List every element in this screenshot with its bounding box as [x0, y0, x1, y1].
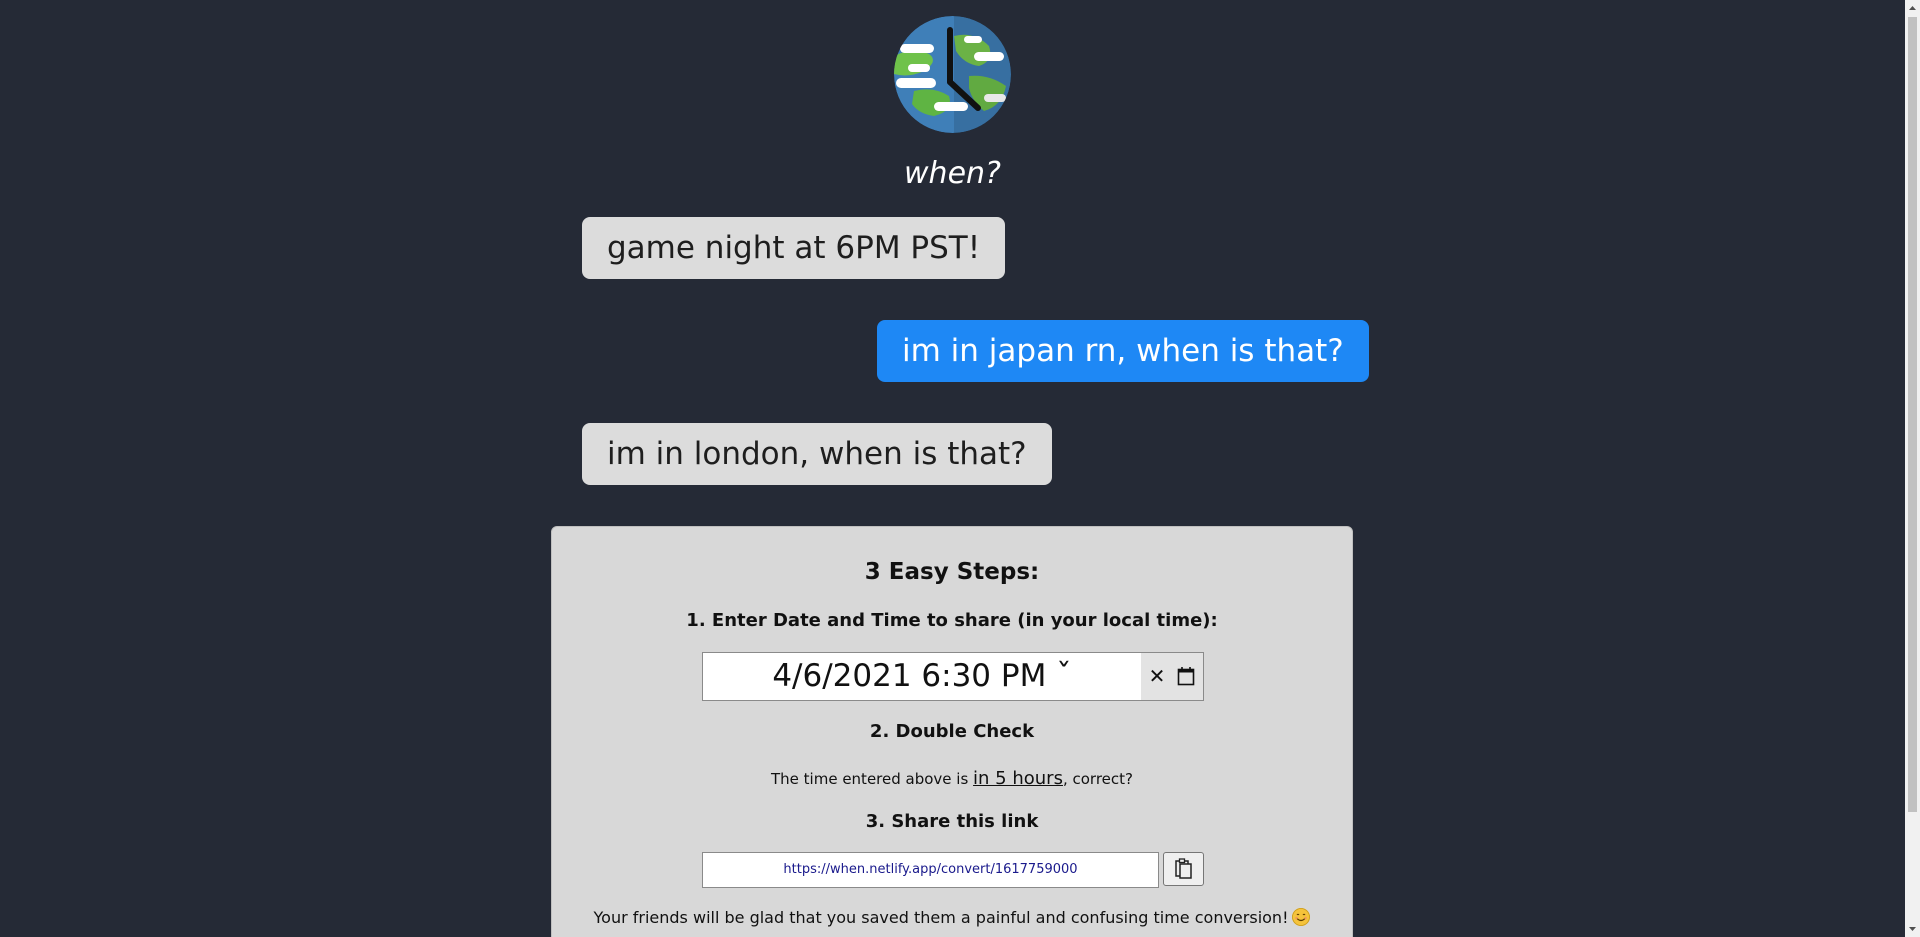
- chat-bubble-london: im in london, when is that?: [582, 423, 1052, 485]
- steps-heading: 3 Easy Steps:: [864, 559, 1040, 585]
- calendar-icon[interactable]: [1177, 666, 1195, 686]
- share-link-field[interactable]: https://when.netlify.app/convert/1617759…: [702, 852, 1159, 888]
- copy-link-button[interactable]: [1163, 852, 1204, 886]
- relative-time[interactable]: in 5 hours: [973, 768, 1063, 789]
- footer-message: Your friends will be glad that you saved…: [552, 908, 1352, 927]
- step3-label: 3. Share this link: [865, 811, 1039, 832]
- app-root: when? game night at 6PM PST! im in japan…: [0, 0, 1920, 937]
- scroll-down-arrow-icon[interactable]: [1905, 920, 1920, 937]
- smiling-face-icon: [1292, 908, 1311, 926]
- check-suffix: , correct?: [1062, 770, 1133, 788]
- app-tagline: when?: [904, 156, 1001, 191]
- vertical-scrollbar[interactable]: [1905, 0, 1920, 937]
- footer-text: Your friends will be glad that you saved…: [593, 908, 1289, 927]
- clear-icon[interactable]: ✕: [1147, 665, 1167, 687]
- datetime-input[interactable]: 4/6/2021 6:30 PM ˇ ✕: [702, 652, 1204, 701]
- steps-card: 3 Easy Steps: 1. Enter Date and Time to …: [551, 526, 1353, 937]
- scroll-up-arrow-icon[interactable]: [1905, 0, 1920, 17]
- chat-bubble-game-night: game night at 6PM PST!: [582, 217, 1006, 279]
- step1-label: 1. Enter Date and Time to share (in your…: [686, 610, 1218, 631]
- step2-label: 2. Double Check: [869, 721, 1035, 742]
- datetime-tools: ✕: [1141, 653, 1203, 700]
- clipboard-icon: [1175, 858, 1192, 879]
- double-check-text: The time entered above is in 5 hours, co…: [552, 768, 1352, 789]
- chat-bubble-japan: im in japan rn, when is that?: [877, 320, 1369, 382]
- scrollbar-thumb[interactable]: [1908, 17, 1917, 812]
- globe-clock-icon: [894, 16, 1011, 133]
- datetime-value[interactable]: 4/6/2021 6:30 PM ˇ: [703, 653, 1141, 700]
- check-prefix: The time entered above is: [771, 770, 974, 788]
